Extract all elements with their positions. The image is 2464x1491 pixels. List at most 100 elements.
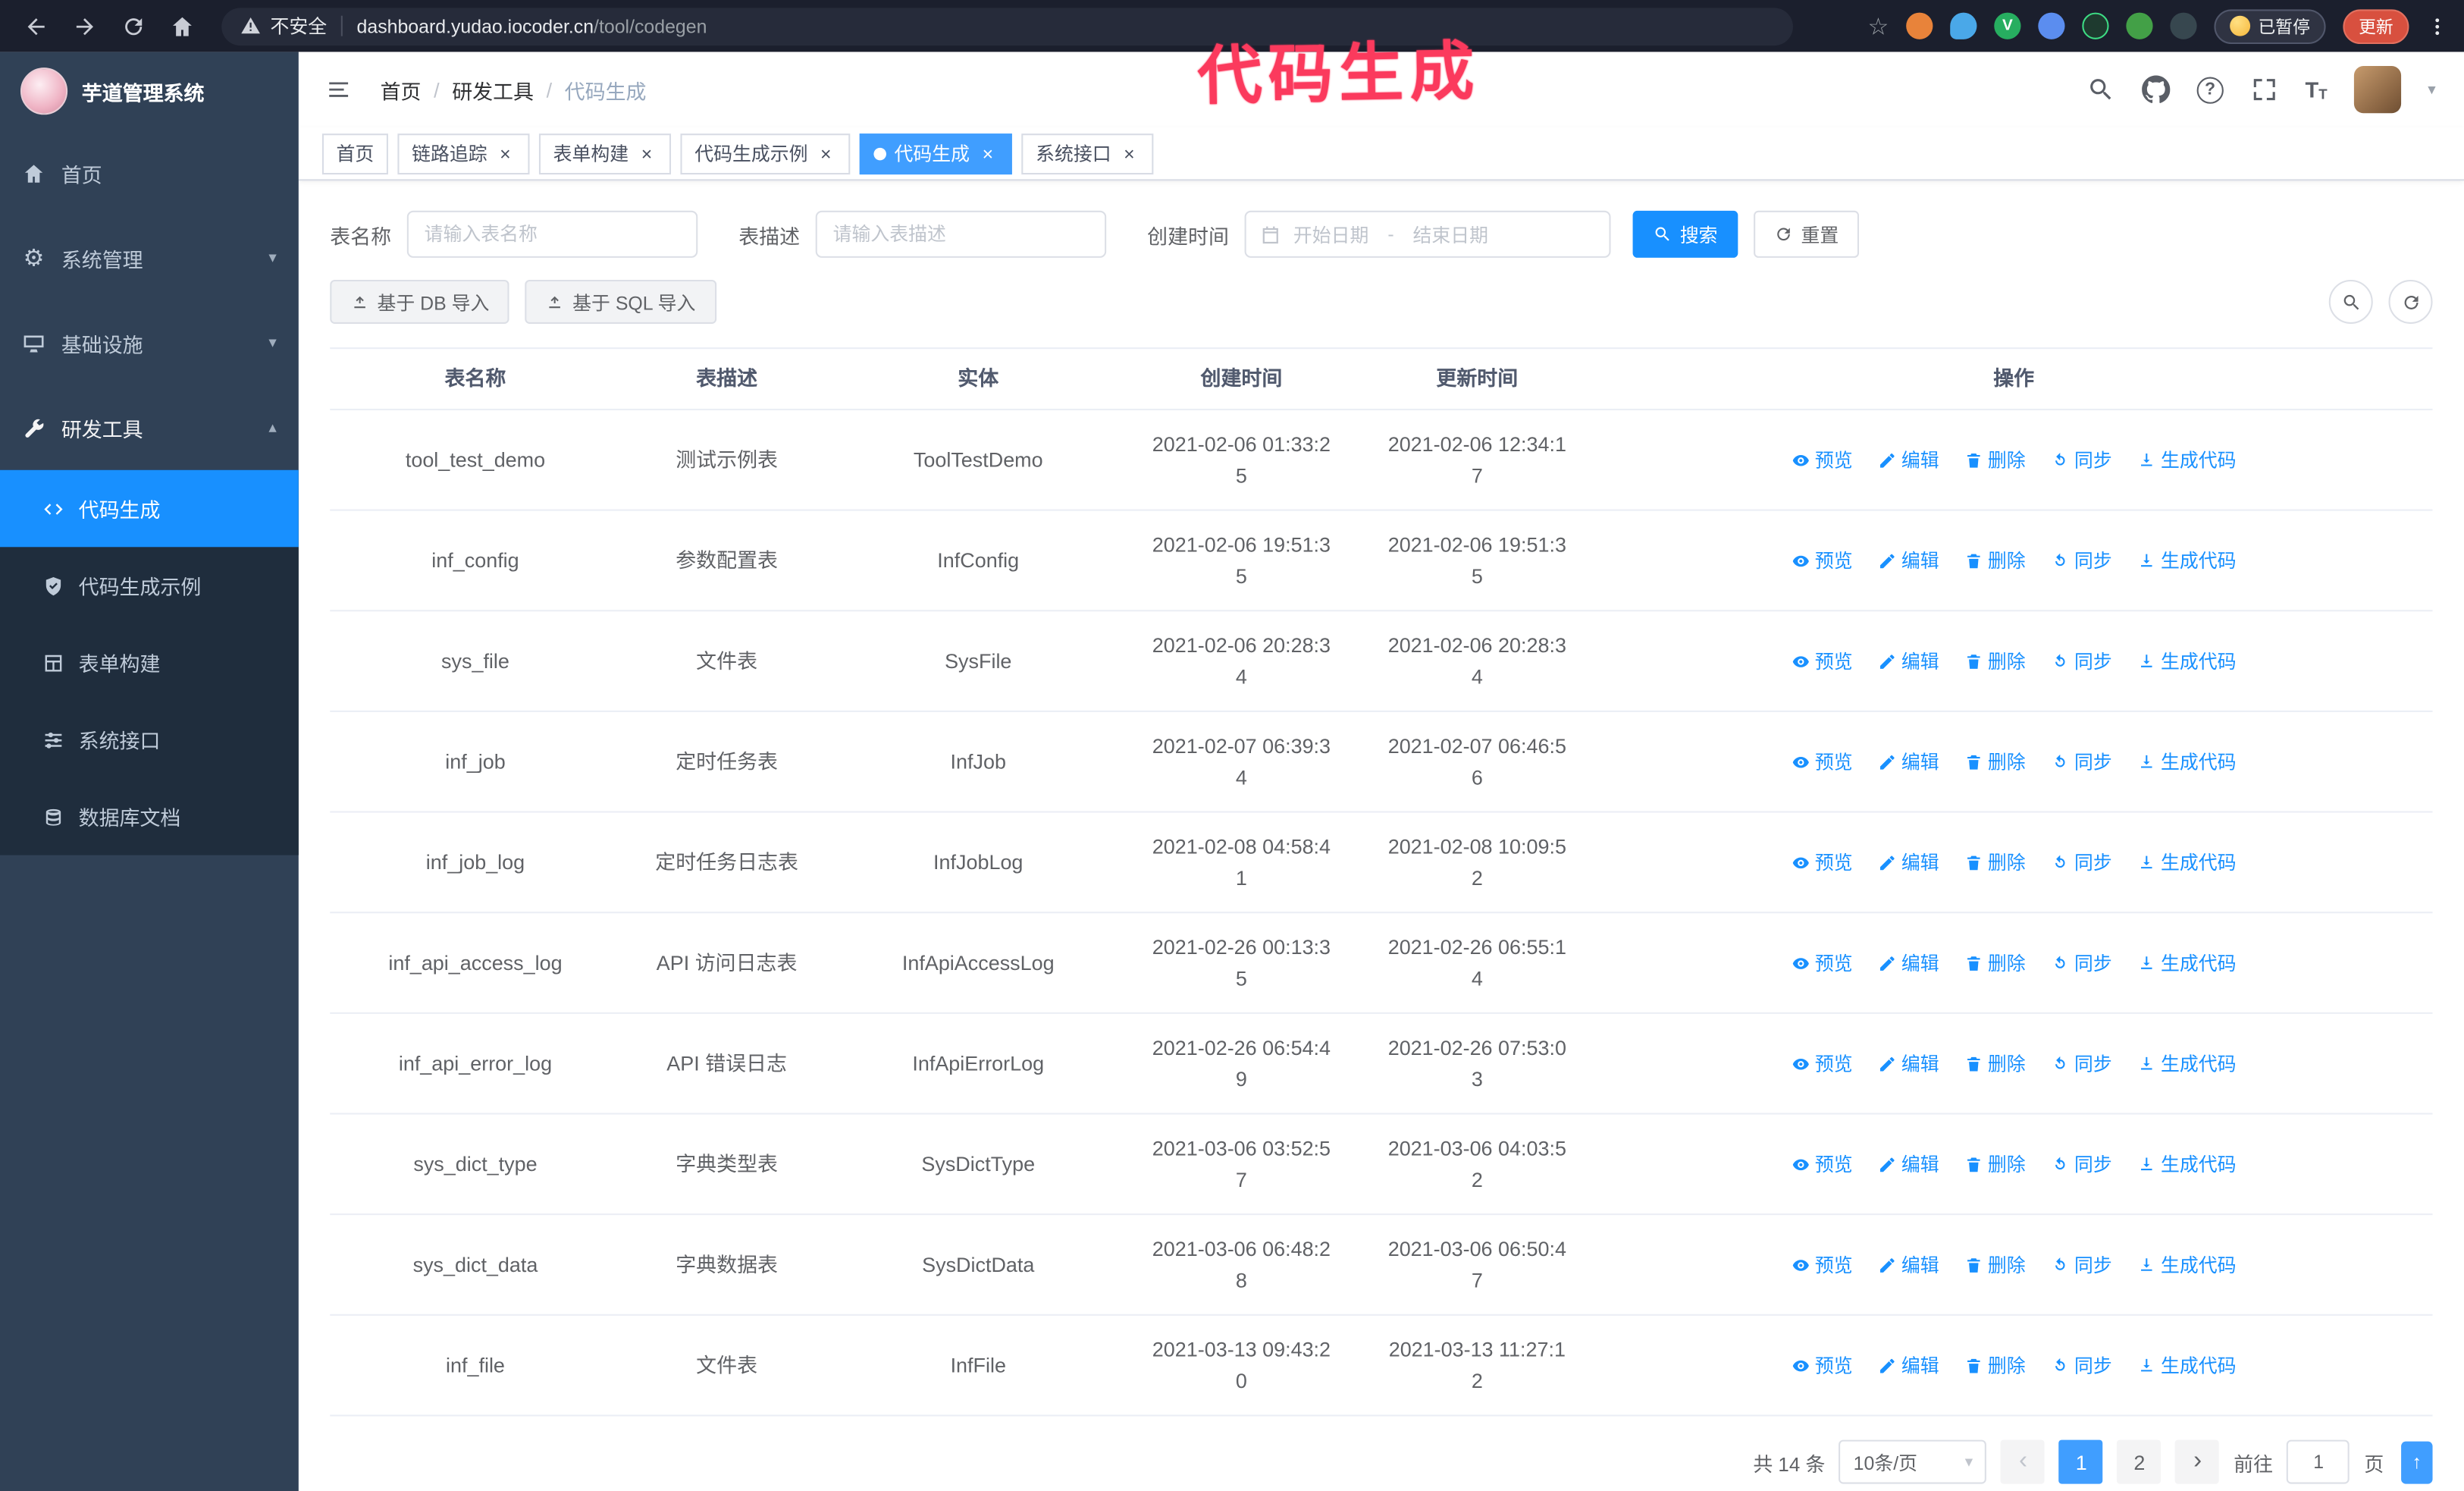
preview-link[interactable]: 预览 xyxy=(1792,748,1853,776)
tab-system-api[interactable]: 系统接口 × xyxy=(1021,133,1154,174)
browser-extension-icon-2[interactable] xyxy=(1950,12,1977,39)
address-bar[interactable]: 不安全 dashboard.yudao.iocoder.cn/tool/code… xyxy=(221,7,1793,46)
paused-badge[interactable]: 已暂停 xyxy=(2214,8,2326,43)
sidebar-item-home[interactable]: 首页 xyxy=(0,130,299,215)
preview-link[interactable]: 预览 xyxy=(1792,1150,1853,1178)
github-icon[interactable] xyxy=(2141,75,2171,103)
toggle-search-button[interactable] xyxy=(2328,279,2373,324)
sync-link[interactable]: 同步 xyxy=(2051,647,2112,675)
hamburger-icon[interactable] xyxy=(324,77,353,102)
date-range-picker[interactable]: 开始日期 - 结束日期 xyxy=(1244,210,1611,258)
close-icon[interactable]: × xyxy=(816,144,836,163)
sync-link[interactable]: 同步 xyxy=(2051,546,2112,574)
reset-button[interactable]: 重置 xyxy=(1754,210,1860,258)
table-desc-input[interactable] xyxy=(815,210,1107,258)
delete-link[interactable]: 删除 xyxy=(1964,1251,2026,1279)
sync-link[interactable]: 同步 xyxy=(2051,748,2112,776)
generate-code-link[interactable]: 生成代码 xyxy=(2137,1050,2237,1078)
sync-link[interactable]: 同步 xyxy=(2051,949,2112,977)
home-icon[interactable] xyxy=(170,14,195,39)
sync-link[interactable]: 同步 xyxy=(2051,1050,2112,1078)
chevron-down-icon[interactable]: ▾ xyxy=(2428,81,2435,99)
table-name-input[interactable] xyxy=(406,210,698,258)
tab-codegen-example[interactable]: 代码生成示例 × xyxy=(680,133,851,174)
app-logo[interactable]: 芋道管理系统 xyxy=(0,52,299,130)
import-sql-button[interactable]: 基于 SQL 导入 xyxy=(525,279,716,324)
edit-link[interactable]: 编辑 xyxy=(1878,1251,1939,1279)
tab-form-builder[interactable]: 表单构建 × xyxy=(539,133,672,174)
forward-icon[interactable] xyxy=(72,14,97,39)
edit-link[interactable]: 编辑 xyxy=(1878,446,1939,474)
edit-link[interactable]: 编辑 xyxy=(1878,748,1939,776)
edit-link[interactable]: 编辑 xyxy=(1878,1351,1939,1379)
reload-icon[interactable] xyxy=(121,14,146,39)
delete-link[interactable]: 删除 xyxy=(1964,546,2026,574)
browser-extension-icon-1[interactable] xyxy=(1906,12,1933,39)
preview-link[interactable]: 预览 xyxy=(1792,848,1853,876)
edit-link[interactable]: 编辑 xyxy=(1878,546,1939,574)
sidebar-item-dev-tools[interactable]: 研发工具 ▴ xyxy=(0,385,299,470)
page-size-select[interactable]: 10条/页 ▾ xyxy=(1839,1439,1987,1484)
delete-link[interactable]: 删除 xyxy=(1964,1351,2026,1379)
tab-home[interactable]: 首页 xyxy=(321,133,388,174)
sidebar-item-database-doc[interactable]: 数据库文档 xyxy=(0,778,299,855)
user-avatar[interactable] xyxy=(2353,66,2402,114)
import-db-button[interactable]: 基于 DB 导入 xyxy=(330,279,510,324)
search-icon[interactable] xyxy=(2086,75,2114,103)
back-icon[interactable] xyxy=(24,14,49,39)
preview-link[interactable]: 预览 xyxy=(1792,647,1853,675)
back-to-top-button[interactable]: ↑ xyxy=(2401,1440,2433,1483)
preview-link[interactable]: 预览 xyxy=(1792,949,1853,977)
preview-link[interactable]: 预览 xyxy=(1792,446,1853,474)
next-page-button[interactable]: › xyxy=(2175,1439,2220,1484)
close-icon[interactable]: × xyxy=(1119,144,1140,163)
search-button[interactable]: 搜索 xyxy=(1632,210,1738,258)
edit-link[interactable]: 编辑 xyxy=(1878,1150,1939,1178)
delete-link[interactable]: 删除 xyxy=(1964,1150,2026,1178)
sync-link[interactable]: 同步 xyxy=(2051,1150,2112,1178)
page-button-1[interactable]: 1 xyxy=(2059,1439,2104,1484)
fullscreen-icon[interactable] xyxy=(2250,75,2278,103)
generate-code-link[interactable]: 生成代码 xyxy=(2137,446,2237,474)
refresh-table-button[interactable] xyxy=(2388,279,2433,324)
help-icon[interactable]: ? xyxy=(2196,76,2224,103)
close-icon[interactable]: × xyxy=(637,144,657,163)
browser-extension-icon-4[interactable] xyxy=(2038,12,2065,39)
edit-link[interactable]: 编辑 xyxy=(1878,1050,1939,1078)
sidebar-item-infrastructure[interactable]: 基础设施 ▾ xyxy=(0,300,299,385)
bookmark-star-icon[interactable]: ☆ xyxy=(1868,12,1889,40)
breadcrumb-home[interactable]: 首页 xyxy=(381,74,422,104)
page-button-2[interactable]: 2 xyxy=(2117,1439,2161,1484)
sync-link[interactable]: 同步 xyxy=(2051,1351,2112,1379)
preview-link[interactable]: 预览 xyxy=(1792,1050,1853,1078)
edit-link[interactable]: 编辑 xyxy=(1878,949,1939,977)
browser-extension-icon-3[interactable]: V xyxy=(1994,12,2021,39)
sidebar-item-form-builder[interactable]: 表单构建 xyxy=(0,624,299,702)
edit-link[interactable]: 编辑 xyxy=(1878,647,1939,675)
close-icon[interactable]: × xyxy=(977,144,998,163)
preview-link[interactable]: 预览 xyxy=(1792,546,1853,574)
browser-extension-icon-6[interactable] xyxy=(2126,12,2153,39)
generate-code-link[interactable]: 生成代码 xyxy=(2137,949,2237,977)
delete-link[interactable]: 删除 xyxy=(1964,949,2026,977)
sidebar-item-system-management[interactable]: ⚙ 系统管理 ▾ xyxy=(0,215,299,300)
tab-codegen[interactable]: 代码生成 × xyxy=(859,133,1012,174)
sync-link[interactable]: 同步 xyxy=(2051,446,2112,474)
close-icon[interactable]: × xyxy=(495,144,516,163)
generate-code-link[interactable]: 生成代码 xyxy=(2137,546,2237,574)
browser-extension-icon-7[interactable] xyxy=(2170,12,2197,39)
goto-page-input[interactable] xyxy=(2287,1439,2350,1484)
sidebar-item-system-api[interactable]: 系统接口 xyxy=(0,701,299,778)
generate-code-link[interactable]: 生成代码 xyxy=(2137,848,2237,876)
delete-link[interactable]: 删除 xyxy=(1964,848,2026,876)
generate-code-link[interactable]: 生成代码 xyxy=(2137,647,2237,675)
generate-code-link[interactable]: 生成代码 xyxy=(2137,1251,2237,1279)
update-button[interactable]: 更新 xyxy=(2343,8,2409,43)
preview-link[interactable]: 预览 xyxy=(1792,1251,1853,1279)
generate-code-link[interactable]: 生成代码 xyxy=(2137,1150,2237,1178)
delete-link[interactable]: 删除 xyxy=(1964,446,2026,474)
edit-link[interactable]: 编辑 xyxy=(1878,848,1939,876)
prev-page-button[interactable]: ‹ xyxy=(2001,1439,2045,1484)
generate-code-link[interactable]: 生成代码 xyxy=(2137,748,2237,776)
kebab-menu-icon[interactable] xyxy=(2426,14,2448,39)
